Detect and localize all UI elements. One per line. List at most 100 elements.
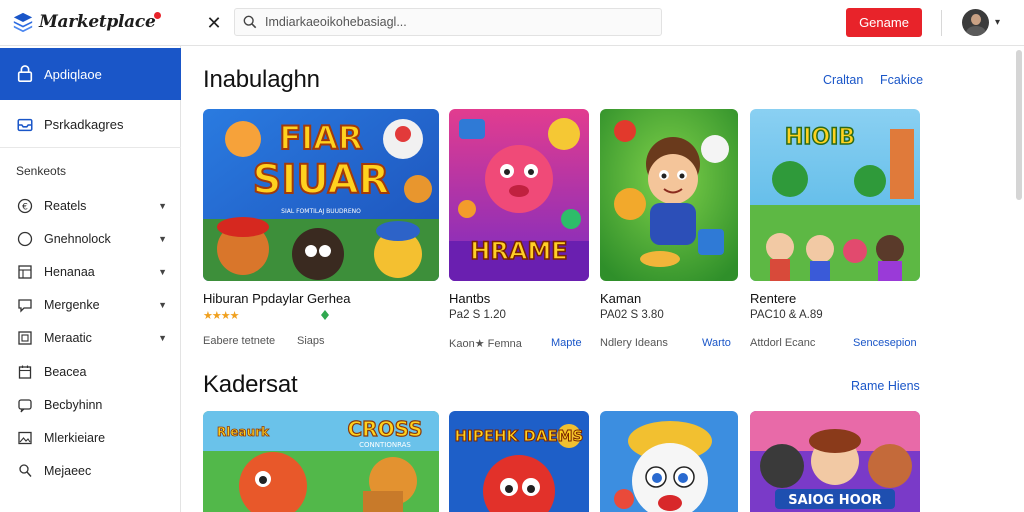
- card-link[interactable]: Mapte: [551, 337, 582, 349]
- logo-text: Marketplace: [39, 12, 156, 32]
- product-card[interactable]: FIAR SIUAR SIAL FOMTILAJ BUUDRENO Hibura…: [203, 109, 439, 349]
- card-title[interactable]: Kaman: [600, 291, 641, 306]
- chevron-down-icon[interactable]: ▼: [158, 267, 167, 277]
- chevron-down-icon[interactable]: ▼: [158, 333, 167, 343]
- inbox-icon: [17, 118, 33, 131]
- sidebar-item-label: Becbyhinn: [44, 397, 103, 412]
- card-title[interactable]: Rentere: [750, 291, 796, 306]
- verified-icon: [321, 310, 329, 320]
- section-link[interactable]: Craltan: [823, 73, 863, 87]
- card-thumbnail[interactable]: [600, 109, 738, 281]
- sidebar-item-label: Meraatic: [44, 331, 92, 346]
- section-title: Kadersat: [203, 371, 298, 398]
- game-art-image: FIAR SIUAR SIAL FOMTILAJ BUUDRENO: [203, 109, 439, 281]
- card-price: PAC10 & A.89: [750, 309, 823, 321]
- thumb-title: HIPEHK DAEMS: [455, 427, 584, 445]
- top-bar: Marketplace ✕ Gename ▾: [0, 0, 1024, 46]
- section-link[interactable]: Rame Hiens: [851, 379, 920, 393]
- image-icon: [17, 430, 33, 446]
- scrollbar[interactable]: [1016, 50, 1022, 200]
- sidebar-item[interactable]: Meraatic ▼: [0, 322, 181, 355]
- card-thumbnail[interactable]: [600, 411, 738, 512]
- thumb-title-top: FIAR: [279, 119, 362, 157]
- chevron-down-icon[interactable]: ▼: [158, 300, 167, 310]
- thumb-title: HIOIB: [785, 125, 855, 150]
- sidebar-item[interactable]: Mejaeec: [0, 455, 181, 488]
- avatar-head: [971, 14, 981, 25]
- sidebar-item-active[interactable]: Apdiqlaoe: [0, 48, 181, 100]
- card-thumbnail[interactable]: HRAME: [449, 109, 589, 281]
- section-link[interactable]: Fcakice: [880, 73, 923, 87]
- chat-icon: [17, 297, 33, 313]
- sidebar-item-label: Reatels: [44, 198, 87, 213]
- search-bar[interactable]: [234, 8, 662, 36]
- game-art-image: HIOIB: [750, 109, 920, 281]
- card-title[interactable]: Hiburan Ppdaylar Gerhea: [203, 291, 350, 306]
- thumb-title-bottom: SIUAR: [253, 157, 390, 203]
- calendar-icon: [17, 364, 33, 380]
- sidebar-item-label: Mlerkieiare: [44, 430, 106, 445]
- close-icon[interactable]: ✕: [203, 12, 225, 34]
- sidebar-item-secondary[interactable]: Psrkadkagres: [0, 102, 181, 148]
- sidebar-item[interactable]: Beacea: [0, 355, 181, 388]
- product-card[interactable]: Kaman PA02 S 3.80 Ndlery Ideans Warto: [600, 109, 738, 349]
- thumb-title: SAIOG HOOR: [788, 493, 882, 508]
- sidebar-heading: Senkeots: [16, 164, 67, 178]
- sidebar-item[interactable]: Becbyhinn: [0, 388, 181, 421]
- card-price: Pa2 S 1.20: [449, 309, 506, 321]
- card-thumbnail[interactable]: SAIOG HOOR: [750, 411, 920, 512]
- game-art-image: SAIOG HOOR: [750, 411, 920, 512]
- square-icon: [17, 330, 33, 346]
- section-title: Inabulaghn: [203, 66, 320, 93]
- logo[interactable]: Marketplace: [12, 8, 162, 36]
- product-card[interactable]: HIOIB Rentere PAC10 & A.89 Attdorl Ecanc…: [750, 109, 920, 349]
- avatar[interactable]: [962, 9, 989, 36]
- card-title[interactable]: Hantbs: [449, 291, 490, 306]
- card-link[interactable]: Sencesepion: [853, 337, 917, 349]
- sidebar: Apdiqlaoe Psrkadkagres Senkeots € Reatel…: [0, 46, 181, 512]
- product-card[interactable]: [600, 411, 738, 512]
- svg-text:€: €: [22, 202, 28, 212]
- search-input[interactable]: [265, 15, 645, 29]
- sidebar-item[interactable]: Gnehnolock ▼: [0, 222, 181, 255]
- chevron-down-icon[interactable]: ▼: [158, 201, 167, 211]
- thumb-caption: SIAL FOMTILAJ BUUDRENO: [281, 208, 361, 215]
- sidebar-item-label: Mergenke: [44, 298, 100, 313]
- divider: [941, 10, 942, 36]
- thumb-title: HRAME: [470, 237, 567, 265]
- card-link[interactable]: Siaps: [297, 335, 325, 347]
- thumb-tag: Rleaurk: [217, 425, 270, 439]
- currency-icon: €: [17, 198, 33, 214]
- card-link[interactable]: Warto: [702, 337, 731, 349]
- message-icon: [17, 397, 33, 413]
- sidebar-item[interactable]: Mlerkieiare: [0, 421, 181, 454]
- thumb-title: CROSS: [348, 417, 423, 441]
- card-meta: Eabere tetnete: [203, 335, 276, 347]
- sidebar-item-label: Apdiqlaoe: [44, 66, 102, 82]
- grid-icon: [17, 264, 33, 280]
- logo-stack-icon: [13, 12, 33, 33]
- chevron-down-icon[interactable]: ▼: [158, 234, 167, 244]
- card-meta: Ndlery Ideans: [600, 337, 668, 349]
- game-art-image: [600, 109, 738, 281]
- cta-button[interactable]: Gename: [846, 8, 922, 37]
- card-thumbnail[interactable]: HIOIB: [750, 109, 920, 281]
- sidebar-item[interactable]: Henanaa ▼: [0, 255, 181, 288]
- product-card[interactable]: HIPEHK DAEMS: [449, 411, 589, 512]
- sidebar-item-label: Gnehnolock: [44, 231, 111, 246]
- game-art-image: [600, 411, 738, 512]
- sidebar-item[interactable]: Mergenke ▼: [0, 289, 181, 322]
- card-thumbnail[interactable]: CROSS CONNTIONRAS Rleaurk: [203, 411, 439, 512]
- product-card[interactable]: SAIOG HOOR: [750, 411, 920, 512]
- game-art-image: HRAME: [449, 109, 589, 281]
- user-icon: [17, 463, 33, 479]
- sidebar-item[interactable]: € Reatels ▼: [0, 189, 181, 222]
- product-card[interactable]: HRAME Hantbs Pa2 S 1.20 Kaon★ Femna Mapt…: [449, 109, 589, 350]
- thumb-subtitle: CONNTIONRAS: [359, 441, 411, 449]
- product-card[interactable]: CROSS CONNTIONRAS Rleaurk: [203, 411, 439, 512]
- card-thumbnail[interactable]: HIPEHK DAEMS: [449, 411, 589, 512]
- card-price: PA02 S 3.80: [600, 309, 664, 321]
- card-thumbnail[interactable]: FIAR SIUAR SIAL FOMTILAJ BUUDRENO: [203, 109, 439, 281]
- sidebar-item-label: Henanaa: [44, 264, 95, 279]
- chevron-down-icon[interactable]: ▾: [995, 17, 1000, 28]
